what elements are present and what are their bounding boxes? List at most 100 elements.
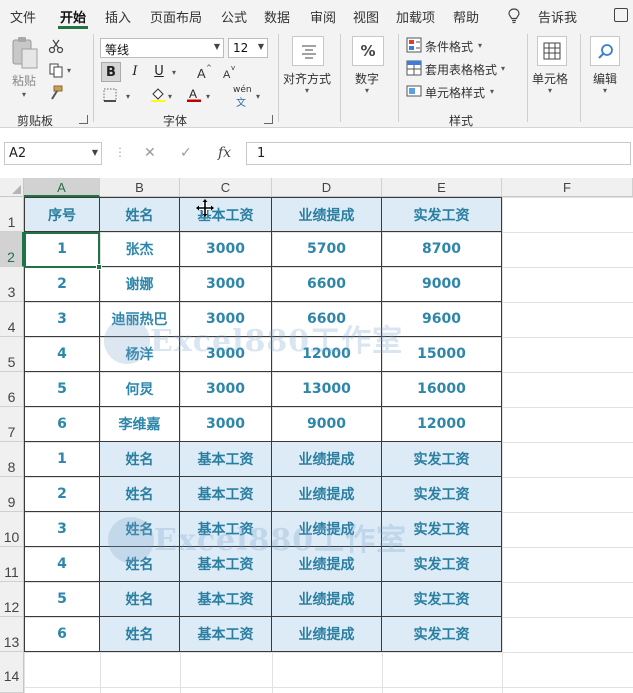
data-cell-name[interactable]: 谢娜 [100,267,180,302]
editing-chevron-down-icon[interactable]: ▾ [603,86,607,95]
cells-label[interactable]: 单元格 [532,70,568,87]
tab-file[interactable]: 文件 [10,7,36,26]
cancel-icon[interactable]: ✕ [144,145,156,161]
underline-button[interactable]: U [150,62,168,82]
data-cell-commission[interactable]: 5700 [272,232,382,267]
data-cell-base-salary[interactable]: 3000 [180,232,272,267]
data-cell-index[interactable]: 4 [24,337,100,372]
repeat-cell-commission[interactable]: 业绩提成 [272,582,382,617]
row-header[interactable]: 4 [0,302,24,337]
cell-styles-button[interactable]: 单元格样式 [425,84,485,101]
select-all-button[interactable] [0,178,24,197]
cells-chevron-down-icon[interactable]: ▾ [548,86,552,95]
copy-chevron-down-icon[interactable]: ▾ [67,66,71,75]
row-header[interactable]: 11 [0,547,24,582]
data-cell-name[interactable]: 张杰 [100,232,180,267]
format-painter-icon[interactable] [48,85,64,101]
repeat-cell-index[interactable]: 6 [24,617,100,652]
data-cell-index[interactable]: 3 [24,302,100,337]
repeat-cell-name[interactable]: 姓名 [100,477,180,512]
format-as-table-icon[interactable] [406,60,422,76]
row-header[interactable]: 8 [0,442,24,477]
tab-data[interactable]: 数据 [264,7,290,26]
editing-button[interactable] [590,36,620,66]
data-cell-name[interactable]: 何炅 [100,372,180,407]
row-header[interactable]: 13 [0,617,24,652]
font-color-icon[interactable]: A [186,86,202,102]
data-cell-commission[interactable]: 9000 [272,407,382,442]
row-header[interactable]: 12 [0,582,24,617]
name-box[interactable]: A2 ▼ [4,142,102,165]
clipboard-launcher-icon[interactable] [79,115,88,124]
column-header-f[interactable]: F [502,178,633,197]
phonetic-chevron-down-icon[interactable]: ▾ [256,92,260,101]
formula-input[interactable]: 1 [246,142,631,165]
repeat-cell-net-salary[interactable]: 实发工资 [382,617,502,652]
italic-button[interactable]: I [126,62,144,82]
repeat-cell-commission[interactable]: 业绩提成 [272,477,382,512]
header-cell-index[interactable]: 序号 [24,197,100,232]
conditional-format-button[interactable]: 条件格式 [425,38,473,55]
fill-color-icon[interactable] [150,86,166,102]
repeat-cell-net-salary[interactable]: 实发工资 [382,477,502,512]
repeat-cell-index[interactable]: 4 [24,547,100,582]
chevron-down-icon[interactable]: ▼ [92,148,98,157]
repeat-cell-commission[interactable]: 业绩提成 [272,442,382,477]
lightbulb-icon[interactable] [508,8,520,24]
header-cell-net-salary[interactable]: 实发工资 [382,197,502,232]
share-icon[interactable] [614,8,628,22]
data-cell-net-salary[interactable]: 9000 [382,267,502,302]
editing-label[interactable]: 编辑 [593,70,617,87]
active-cell-selection[interactable] [24,232,100,268]
increase-font-size-icon[interactable]: A ^ [196,64,212,80]
row-header[interactable]: 3 [0,267,24,302]
tab-view[interactable]: 视图 [353,7,379,26]
column-header-a[interactable]: A [24,178,100,197]
tab-formulas[interactable]: 公式 [221,7,247,26]
row-header[interactable]: 1 [0,197,24,232]
repeat-cell-index[interactable]: 1 [24,442,100,477]
borders-chevron-down-icon[interactable]: ▾ [126,92,130,101]
data-cell-commission[interactable]: 13000 [272,372,382,407]
underline-chevron-down-icon[interactable]: ▾ [172,68,176,77]
header-cell-commission[interactable]: 业绩提成 [272,197,382,232]
alignment-button[interactable] [292,36,324,66]
insert-function-icon[interactable]: fx [218,145,231,161]
fill-handle[interactable] [96,264,102,270]
paste-label[interactable]: 粘贴 [12,72,36,89]
chevron-down-icon[interactable]: ▼ [214,42,220,51]
repeat-cell-net-salary[interactable]: 实发工资 [382,582,502,617]
data-cell-base-salary[interactable]: 3000 [180,407,272,442]
font-name-select[interactable]: 等线 ▼ [100,38,224,58]
font-launcher-icon[interactable] [264,115,273,124]
row-header[interactable]: 7 [0,407,24,442]
font-color-chevron-down-icon[interactable]: ▾ [206,92,210,101]
data-cell-index[interactable]: 2 [24,267,100,302]
data-cell-base-salary[interactable]: 3000 [180,372,272,407]
data-cell-index[interactable]: 5 [24,372,100,407]
repeat-cell-name[interactable]: 姓名 [100,442,180,477]
repeat-cell-name[interactable]: 姓名 [100,582,180,617]
tab-review[interactable]: 审阅 [310,7,336,26]
repeat-cell-base-salary[interactable]: 基本工资 [180,582,272,617]
tab-addins[interactable]: 加载项 [396,7,435,26]
repeat-cell-base-salary[interactable]: 基本工资 [180,617,272,652]
tab-page-layout[interactable]: 页面布局 [150,7,202,26]
repeat-cell-index[interactable]: 5 [24,582,100,617]
repeat-cell-base-salary[interactable]: 基本工资 [180,477,272,512]
tab-insert[interactable]: 插入 [105,7,131,26]
cut-icon[interactable] [48,38,64,54]
paste-chevron-down-icon[interactable]: ▾ [22,90,26,99]
bold-button[interactable]: B [101,62,121,82]
column-header-b[interactable]: B [100,178,180,197]
fill-color-chevron-down-icon[interactable]: ▾ [168,92,172,101]
font-size-select[interactable]: 12 ▼ [228,38,268,58]
header-cell-base-salary[interactable]: 基本工资 [180,197,272,232]
row-header[interactable]: 14 [0,652,24,693]
data-cell-net-salary[interactable]: 8700 [382,232,502,267]
copy-icon[interactable] [48,62,64,78]
number-label[interactable]: 数字 [355,70,379,87]
column-header-e[interactable]: E [382,178,502,197]
conditional-format-icon[interactable] [406,37,422,53]
borders-icon[interactable] [102,87,118,103]
